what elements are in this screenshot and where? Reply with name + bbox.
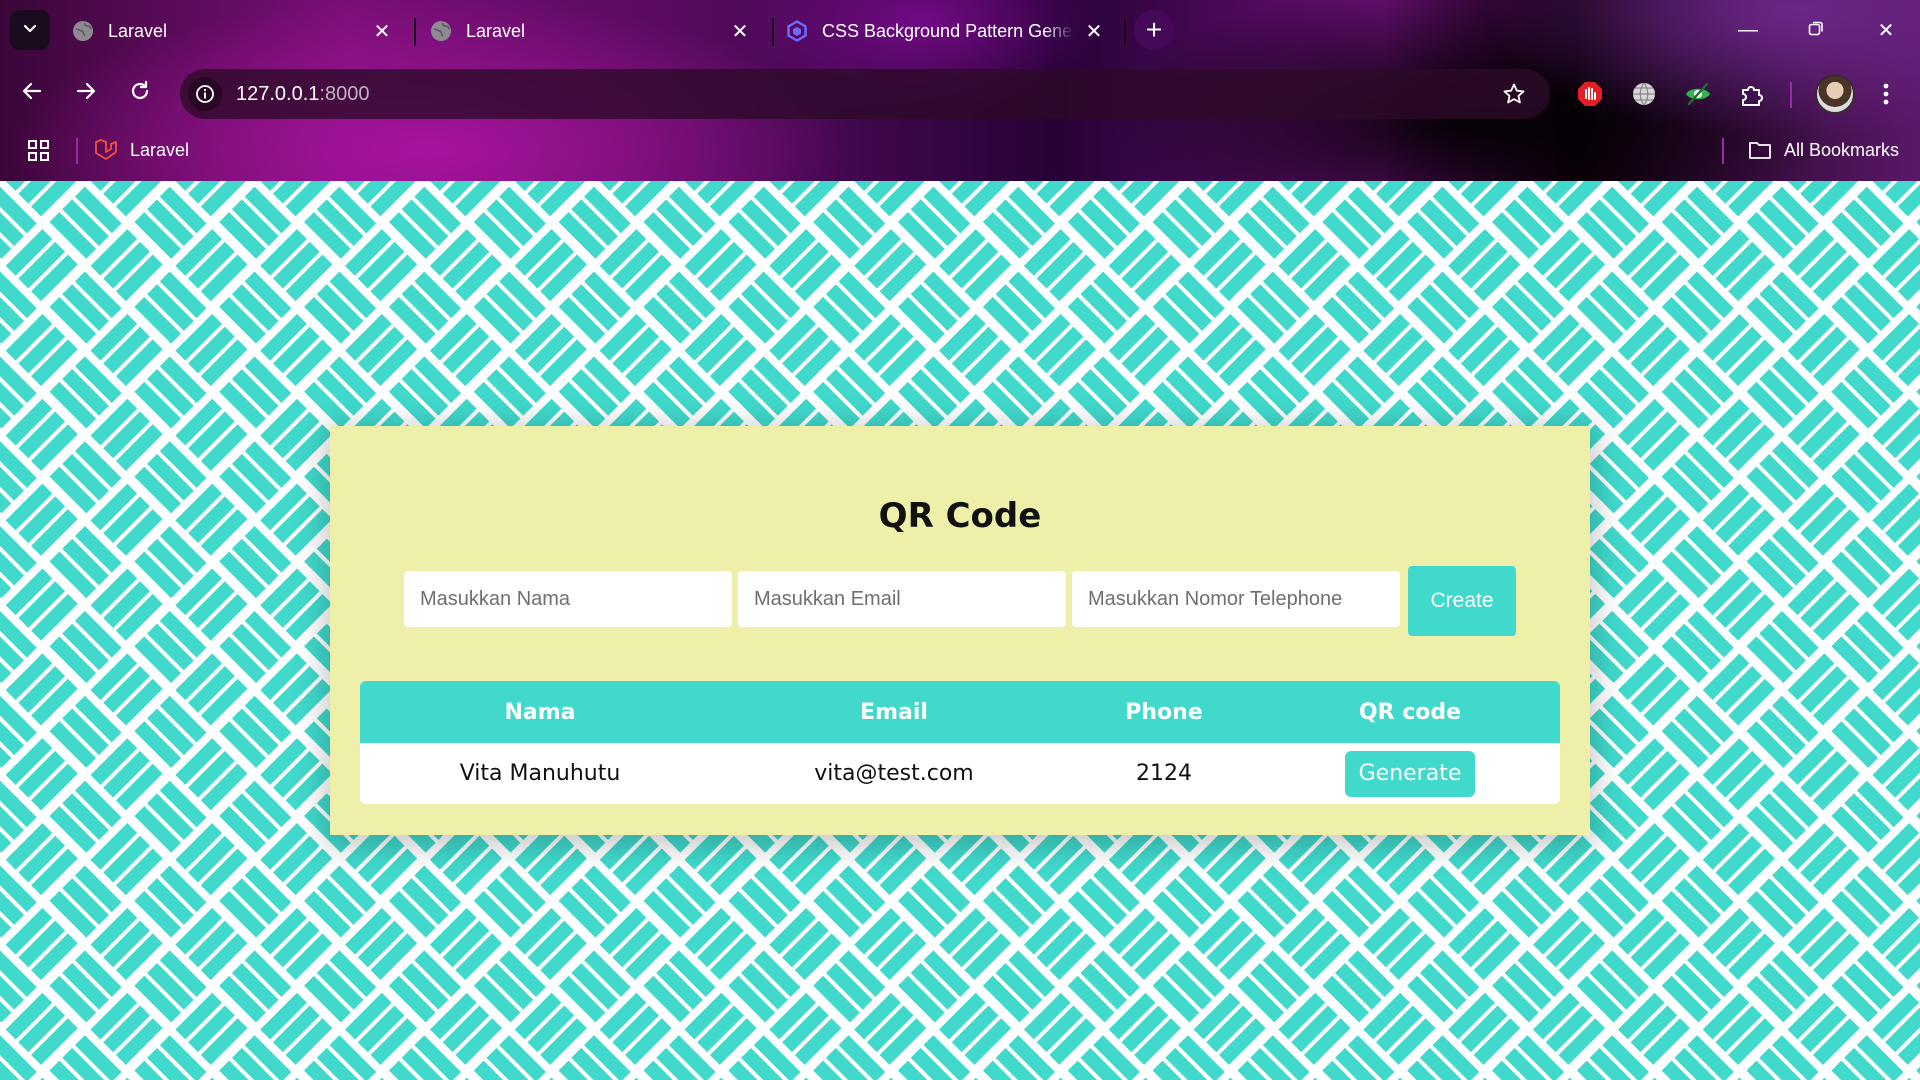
phone-input[interactable]	[1072, 571, 1400, 627]
new-tab-button[interactable]: +	[1134, 10, 1174, 50]
restore-button[interactable]	[1796, 12, 1836, 48]
minimize-button[interactable]: —	[1728, 12, 1768, 48]
close-icon[interactable]: ✕	[370, 19, 394, 43]
browser-chrome: Laravel ✕ Laravel ✕ CSS Background Patte…	[0, 0, 1920, 181]
qr-table: Nama Email Phone QR code Vita Manuhutu v…	[360, 681, 1560, 804]
table-row: Vita Manuhutu vita@test.com 2124 Generat…	[360, 743, 1560, 804]
chevron-down-icon	[22, 20, 38, 41]
tab-divider	[772, 18, 774, 46]
url-port: :8000	[319, 82, 370, 105]
globe-icon	[72, 20, 94, 42]
laravel-logo-icon	[94, 138, 118, 162]
cell-qr-code: Generate	[1260, 743, 1560, 804]
column-header-nama: Nama	[504, 699, 576, 725]
create-button[interactable]: Create	[1408, 566, 1516, 636]
tab-strip: Laravel ✕ Laravel ✕ CSS Background Patte…	[0, 0, 1920, 64]
table-header: Nama Email Phone QR code	[360, 681, 1560, 743]
hexagon-logo-icon	[786, 20, 808, 42]
close-icon[interactable]: ✕	[1082, 19, 1106, 43]
url-host: 127.0.0.1	[236, 82, 320, 105]
name-input[interactable]	[404, 571, 732, 627]
toolbar-divider	[1790, 82, 1792, 108]
tab-laravel-2[interactable]: Laravel ✕	[430, 8, 752, 54]
close-icon: ✕	[1877, 19, 1895, 42]
apps-grid-icon[interactable]	[26, 138, 52, 164]
column-header-qr-code: QR code	[1358, 699, 1462, 725]
bookmarks-bar: Laravel All Bookmarks	[0, 130, 1920, 170]
extension-adblock-icon[interactable]	[1572, 76, 1608, 112]
column-header-email: Email	[860, 699, 928, 725]
cell-phone: 2124	[1136, 761, 1192, 786]
all-bookmarks-label: All Bookmarks	[1784, 139, 1900, 160]
forward-button[interactable]	[66, 74, 106, 114]
url-text: 127.0.0.1:8000	[236, 83, 369, 106]
tab-divider	[1124, 18, 1126, 46]
tab-search-button[interactable]	[10, 10, 50, 50]
tab-divider	[414, 18, 416, 46]
bookmark-star-icon[interactable]	[1502, 82, 1526, 106]
tab-title: CSS Background Pattern Genera	[822, 20, 1074, 41]
tab-css-pattern-generator[interactable]: CSS Background Pattern Genera ✕	[786, 8, 1106, 54]
reload-icon	[129, 80, 151, 109]
bookmarks-divider	[1722, 138, 1724, 164]
qr-code-card: QR Code Create Nama Email Phone QR code …	[330, 426, 1590, 835]
extension-globe-icon[interactable]	[1626, 76, 1662, 112]
restore-icon	[1808, 19, 1824, 42]
tab-title: Laravel	[108, 20, 168, 41]
cell-nama: Vita Manuhutu	[459, 761, 621, 786]
globe-icon	[430, 20, 452, 42]
tab-title: Laravel	[466, 20, 526, 41]
profile-avatar[interactable]	[1815, 74, 1855, 114]
bookmark-label: Laravel	[130, 139, 190, 160]
bookmark-laravel[interactable]: Laravel	[94, 136, 189, 164]
bookmarks-divider	[76, 138, 78, 164]
page-title: QR Code	[878, 496, 1042, 536]
minimize-icon: —	[1738, 18, 1758, 41]
close-icon[interactable]: ✕	[728, 19, 752, 43]
toolbar: 127.0.0.1:8000	[0, 68, 1920, 120]
tab-laravel-1[interactable]: Laravel ✕	[72, 8, 394, 54]
address-bar[interactable]: 127.0.0.1:8000	[180, 69, 1550, 119]
cell-email: vita@test.com	[814, 761, 974, 786]
back-button[interactable]	[12, 74, 52, 114]
page-viewport: QR Code Create Nama Email Phone QR code …	[0, 181, 1920, 1080]
email-input[interactable]	[738, 571, 1066, 627]
reload-button[interactable]	[120, 74, 160, 114]
column-header-phone: Phone	[1125, 699, 1203, 725]
arrow-left-icon	[21, 80, 43, 109]
extensions-puzzle-icon[interactable]	[1734, 76, 1770, 112]
plus-icon: +	[1145, 14, 1163, 45]
extension-eye-off-icon[interactable]	[1680, 76, 1716, 112]
menu-kebab-icon[interactable]	[1868, 76, 1904, 112]
close-window-button[interactable]: ✕	[1866, 12, 1906, 48]
all-bookmarks-button[interactable]: All Bookmarks	[1748, 136, 1899, 164]
folder-icon	[1748, 138, 1772, 162]
arrow-right-icon	[75, 80, 97, 109]
generate-button[interactable]: Generate	[1344, 750, 1476, 797]
site-info-icon[interactable]	[188, 77, 222, 111]
